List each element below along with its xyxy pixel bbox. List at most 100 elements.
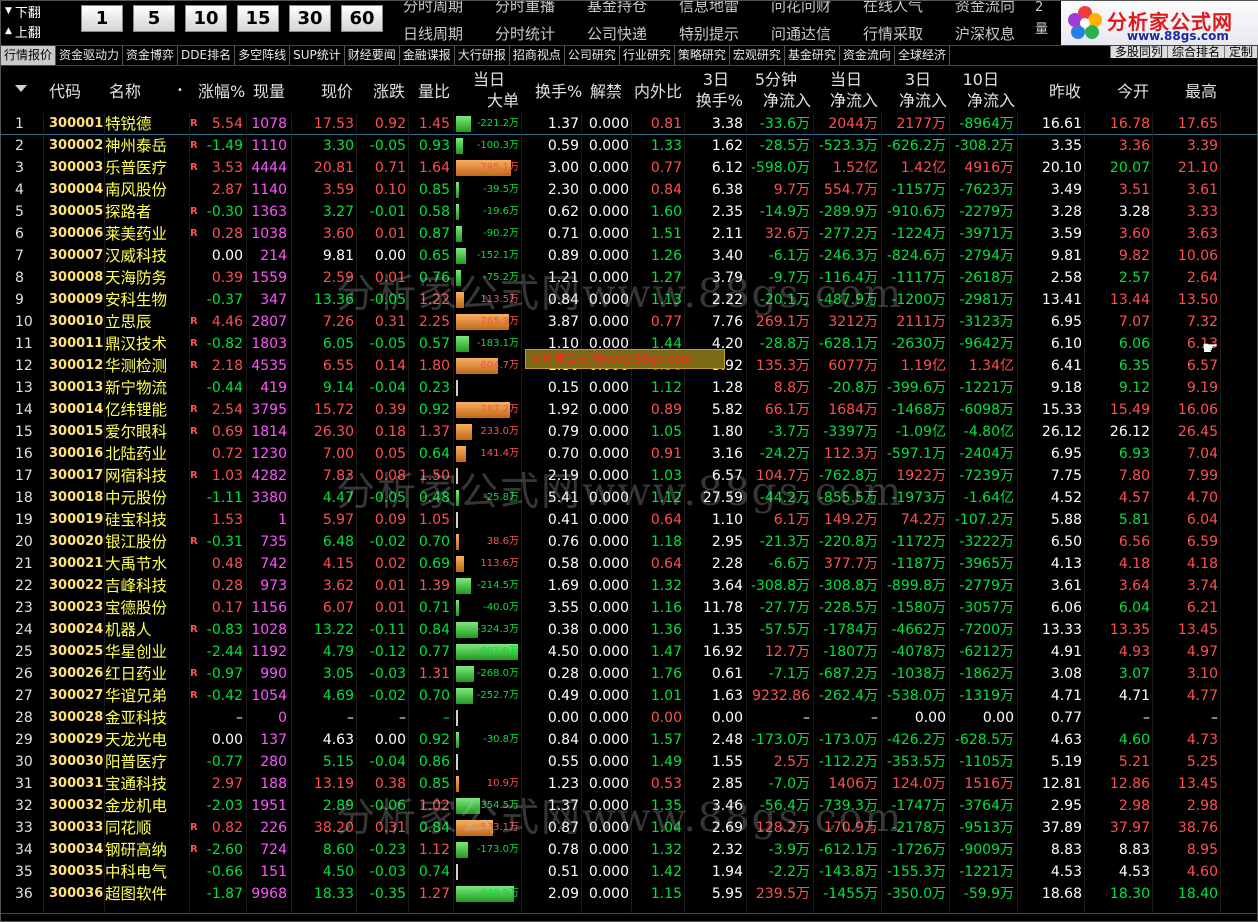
period-button-10[interactable]: 10 — [185, 5, 227, 32]
io-ratio: 0.50 — [650, 358, 682, 374]
open-price: 3.28 — [1118, 204, 1150, 220]
current-volume: 1192 — [251, 644, 287, 660]
turnover-3d: 3.46 — [711, 798, 743, 814]
menu-item[interactable]: 资金流向 — [939, 1, 1031, 23]
unlock: 0.000 — [588, 292, 629, 308]
current-volume: 1951 — [251, 798, 287, 814]
tab-item[interactable]: 宏观研究 — [730, 46, 785, 65]
tab-item[interactable]: 公司研究 — [565, 46, 620, 65]
change: -0.05 — [369, 138, 406, 154]
tab-item[interactable]: DDE排名 — [178, 46, 236, 65]
tab-item[interactable]: 基金研究 — [785, 46, 840, 65]
net-inflow-3d: -1224万 — [891, 226, 946, 242]
current-volume: 973 — [260, 578, 287, 594]
tab-item[interactable]: 资金驱动力 — [56, 46, 124, 65]
turnover: 2.09 — [547, 886, 579, 902]
net-inflow-3d: -1117万 — [891, 270, 946, 286]
tab-item[interactable]: 行情报价 — [1, 46, 57, 65]
net-inflow-10d: -1862万 — [959, 666, 1014, 682]
hand-cursor-icon: ☛ — [1202, 338, 1219, 359]
col-turnover[interactable]: 换手% — [535, 67, 582, 113]
volume-ratio: 0.92 — [418, 402, 450, 418]
high-price: 3.10 — [1186, 666, 1218, 682]
current-volume: 1156 — [251, 600, 287, 616]
page-down-button[interactable]: ▼ 下翻 — [5, 1, 75, 21]
col-open[interactable]: 今开 — [1117, 67, 1149, 113]
menu-item[interactable]: 沪深权息 — [939, 23, 1031, 45]
col-volume[interactable]: 现量 — [253, 67, 285, 113]
menu-item[interactable]: 日线周期 — [387, 23, 479, 45]
price: 2.59 — [322, 270, 354, 286]
col-vol-ratio[interactable]: 量比 — [418, 67, 450, 113]
col-big-order[interactable]: 当日 大单 — [469, 67, 519, 113]
menu-item[interactable]: 在线人气 — [847, 1, 939, 23]
prev-close: 6.41 — [1050, 358, 1082, 374]
col-change[interactable]: 涨跌 — [373, 67, 405, 113]
col-prev-close[interactable]: 昨收 — [1049, 67, 1081, 113]
horizontal-scrollbar[interactable] — [1, 913, 1258, 921]
period-button-15[interactable]: 15 — [237, 5, 279, 32]
tab-item[interactable]: 多空阵线 — [235, 46, 291, 65]
high-price: 2.98 — [1186, 798, 1218, 814]
col-netday[interactable]: 当日 净流入 — [828, 67, 878, 113]
col-code[interactable]: 代码 — [49, 67, 81, 113]
col-name[interactable]: 名称 — [109, 67, 141, 113]
tab-item[interactable]: 大行研报 — [455, 46, 510, 65]
prev-close: 7.75 — [1050, 468, 1082, 484]
col-turn3d[interactable]: 3日 换手% — [696, 67, 743, 113]
menu-item[interactable]: 基金持仓 — [571, 1, 663, 23]
menu-item[interactable]: 行情采取 — [847, 23, 939, 45]
turnover-3d: 4.20 — [711, 336, 743, 352]
prev-close: 2.95 — [1050, 798, 1082, 814]
stock-code: 300003 — [49, 160, 104, 175]
price: 4.50 — [322, 864, 354, 880]
right-tab[interactable]: 多股同列 — [1109, 46, 1167, 58]
change: -0.03 — [369, 666, 406, 682]
col-price[interactable]: 现价 — [321, 67, 353, 113]
right-tab[interactable]: 综合排名 — [1166, 46, 1224, 58]
menu-item[interactable]: 问通达信 — [755, 23, 847, 45]
menu-item[interactable]: 公司快递 — [571, 23, 663, 45]
menu-item[interactable]: 特别提示 — [663, 23, 755, 45]
col-io-ratio[interactable]: 内外比 — [634, 67, 682, 113]
menu-item[interactable]: 问花问财 — [755, 1, 847, 23]
col-chg-pct[interactable]: 涨幅% — [198, 67, 245, 113]
prev-close: 4.91 — [1050, 644, 1082, 660]
tab-item[interactable]: 资金流向 — [840, 46, 895, 65]
unlock: 0.000 — [588, 776, 629, 792]
io-ratio: 1.05 — [650, 424, 682, 440]
net-inflow-10d: -308.2万 — [954, 138, 1014, 154]
menu-item[interactable]: 分时周期 — [387, 1, 479, 23]
menu-item[interactable]: 信息地雷 — [663, 1, 755, 23]
tab-item[interactable]: 资金博弈 — [123, 46, 179, 65]
tab-item[interactable]: 策略研究 — [675, 46, 730, 65]
top-extra-1: 2 — [1035, 1, 1044, 15]
col-net10d[interactable]: 10日 净流入 — [963, 67, 1015, 113]
col-high[interactable]: 最高 — [1185, 67, 1217, 113]
right-tab[interactable]: 定制 — [1223, 46, 1257, 58]
io-ratio: 1.47 — [650, 644, 682, 660]
sort-menu-icon[interactable] — [15, 85, 27, 92]
tab-item[interactable]: 金融谍报 — [400, 46, 455, 65]
tab-item[interactable]: 行业研究 — [620, 46, 675, 65]
price: 26.30 — [313, 424, 354, 440]
col-net5m[interactable]: 5分钟 净流入 — [755, 67, 811, 113]
period-button-5[interactable]: 5 — [133, 5, 175, 32]
period-button-60[interactable]: 60 — [341, 5, 383, 32]
menu-item[interactable]: 分时统计 — [479, 23, 571, 45]
prev-close: 20.10 — [1041, 160, 1082, 176]
change-pct: 0.48 — [211, 556, 243, 572]
high-price: 3.39 — [1186, 138, 1218, 154]
tab-item[interactable]: 全球经济 — [895, 46, 950, 65]
col-unlock[interactable]: 解禁 — [590, 67, 622, 113]
tab-item[interactable]: 招商视点 — [510, 46, 565, 65]
page-up-button[interactable]: ▲ 上翻 — [5, 21, 75, 41]
tab-item[interactable]: SUP统计 — [290, 46, 345, 65]
period-button-30[interactable]: 30 — [289, 5, 331, 32]
col-net3d[interactable]: 3日 净流入 — [897, 67, 947, 113]
menu-item[interactable]: 分时重播 — [479, 1, 571, 23]
period-button-1[interactable]: 1 — [81, 5, 123, 32]
turnover: 0.84 — [547, 292, 579, 308]
tab-item[interactable]: 财经要闻 — [345, 46, 400, 65]
turnover: 0.58 — [547, 556, 579, 572]
